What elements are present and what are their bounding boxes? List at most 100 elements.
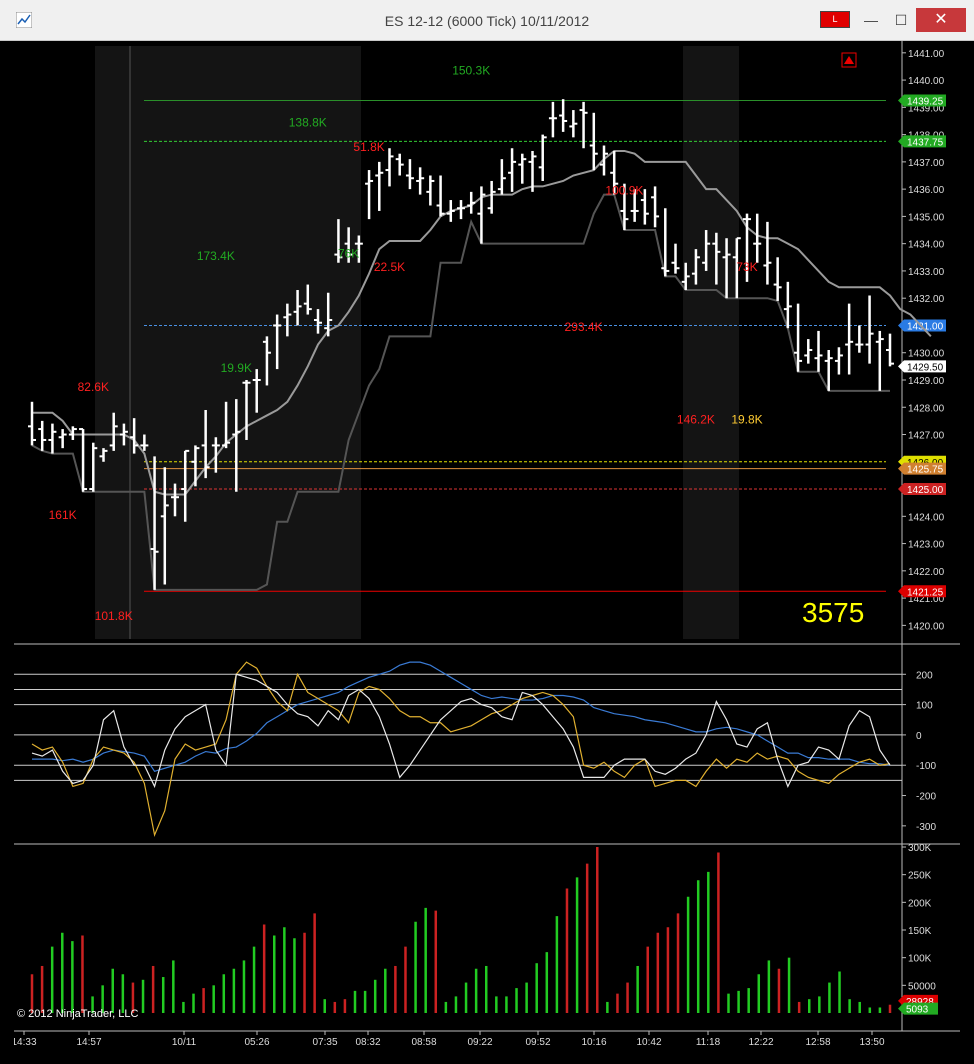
ohlc-bar — [487, 180, 496, 214]
ohlc-bar — [875, 330, 884, 391]
ohlc-bar — [416, 167, 425, 195]
cci-axis-label: -100 — [916, 761, 936, 772]
x-axis-label: 12:58 — [805, 1037, 830, 1048]
ohlc-bar — [865, 295, 874, 364]
ohlc-bar — [446, 200, 455, 222]
ohlc-bar — [405, 159, 414, 190]
price-axis-label: 1424.00 — [908, 512, 945, 523]
copyright-text: © 2012 NinjaTrader, LLC — [17, 1008, 139, 1020]
price-axis-label: 1429.00 — [908, 376, 945, 387]
ohlc-bar — [375, 161, 384, 211]
ohlc-bar — [773, 257, 782, 301]
ohlc-bar — [569, 110, 578, 138]
x-axis-label: 11:18 — [696, 1037, 721, 1048]
chart-canvas[interactable]: 1441.001440.001439.001438.001437.001436.… — [14, 41, 960, 1056]
x-axis-label: 10:42 — [636, 1037, 661, 1048]
tick-counter: 3575 — [802, 597, 865, 628]
ohlc-bar — [548, 101, 557, 138]
volume-annotation: 22.5K — [374, 260, 405, 274]
ohlc-bar — [600, 145, 608, 176]
chart-area[interactable]: 1441.001440.001439.001438.001437.001436.… — [14, 41, 960, 1056]
x-axis-label: 10/11 — [172, 1037, 197, 1048]
ohlc-bar — [508, 148, 517, 192]
ohlc-bar — [385, 148, 394, 187]
price-axis-label: 1440.00 — [908, 76, 945, 87]
maximize-button[interactable]: ☐ — [886, 8, 916, 32]
volume-annotation: 173.4K — [197, 249, 235, 263]
price-axis-label: 1432.00 — [908, 294, 945, 305]
cci-axis-label: -300 — [916, 822, 936, 833]
alert-triangle-icon — [844, 56, 854, 64]
ohlc-bar — [68, 426, 77, 440]
x-axis-label: 14:33 — [14, 1037, 37, 1048]
ohlc-bar — [436, 175, 445, 217]
x-axis-label: 14:57 — [76, 1037, 101, 1048]
ohlc-bar — [814, 330, 823, 372]
cci-axis-label: 100 — [916, 701, 933, 712]
alert-badge[interactable]: L — [820, 11, 850, 28]
price-axis-label: 1422.00 — [908, 567, 945, 578]
volume-axis-label: 50000 — [908, 981, 936, 992]
price-level-tag-label: 1425.75 — [907, 465, 944, 476]
volume-annotation: 138.8K — [289, 115, 327, 129]
close-button[interactable]: ✕ — [916, 8, 966, 32]
ohlc-bar — [365, 170, 374, 220]
ohlc-bar — [467, 191, 476, 214]
ohlc-bar — [651, 186, 660, 228]
x-axis-label: 12:22 — [748, 1037, 773, 1048]
ohlc-bar — [518, 153, 527, 184]
volume-annotation: 76K — [338, 246, 359, 260]
x-axis-label: 05:26 — [244, 1037, 269, 1048]
ohlc-bar — [395, 153, 404, 176]
price-axis-label: 1430.00 — [908, 349, 945, 360]
volume-annotation: 146.2K — [677, 413, 715, 427]
session-shade — [95, 46, 361, 639]
ohlc-bar — [28, 401, 36, 446]
price-axis-label: 1427.00 — [908, 431, 945, 442]
price-axis-label: 1433.00 — [908, 267, 945, 278]
ohlc-bar — [804, 339, 813, 364]
price-axis-label: 1435.00 — [908, 212, 945, 223]
x-axis-label: 08:32 — [355, 1037, 380, 1048]
cci-axis-label: 200 — [916, 670, 933, 681]
price-axis-label: 1436.00 — [908, 185, 945, 196]
volume-annotation: 100.9K — [605, 184, 643, 198]
price-axis-label: 1437.00 — [908, 158, 945, 169]
ohlc-bar — [886, 333, 894, 367]
title-bar[interactable]: ES 12-12 (6000 Tick) 10/11/2012 L — ☐ ✕ — [0, 0, 974, 41]
x-axis-label: 08:58 — [411, 1037, 436, 1048]
ohlc-bar — [497, 159, 506, 195]
volume-annotation: 82.6K — [78, 380, 109, 394]
price-axis-label: 1434.00 — [908, 240, 945, 251]
x-axis-label: 10:16 — [581, 1037, 606, 1048]
ohlc-bar — [477, 186, 486, 244]
x-axis-label: 09:52 — [525, 1037, 550, 1048]
price-level-tag-label: 1437.75 — [907, 137, 944, 148]
volume-annotation: 161K — [49, 508, 77, 522]
ohlc-bar — [426, 175, 435, 206]
price-axis-label: 1423.00 — [908, 540, 945, 551]
minimize-button[interactable]: — — [856, 8, 886, 32]
volume-annotation: 73K — [736, 260, 757, 274]
volume-annotation: 101.8K — [95, 609, 133, 623]
volume-axis-label: 300K — [908, 843, 932, 854]
ohlc-bar — [855, 325, 864, 353]
price-level-tag-label: 1421.25 — [907, 587, 944, 598]
ohlc-bar — [834, 347, 843, 375]
cci-axis-label: 0 — [916, 731, 922, 742]
ohlc-bar — [559, 99, 568, 132]
ohlc-bar — [58, 429, 67, 449]
x-axis-label: 07:35 — [312, 1037, 337, 1048]
price-axis-label: 1428.00 — [908, 403, 945, 414]
ohlc-bar — [48, 423, 57, 454]
ohlc-bar — [845, 303, 854, 375]
x-axis-label: 09:22 — [467, 1037, 492, 1048]
price-axis-label: 1420.00 — [908, 621, 945, 632]
ohlc-bar — [671, 243, 680, 274]
x-axis-label: 13:50 — [859, 1037, 884, 1048]
volume-annotation: 19.8K — [731, 413, 762, 427]
volume-axis-label: 250K — [908, 871, 932, 882]
ohlc-bar — [763, 221, 772, 285]
session-shade — [683, 46, 739, 639]
ohlc-bar — [753, 213, 762, 263]
